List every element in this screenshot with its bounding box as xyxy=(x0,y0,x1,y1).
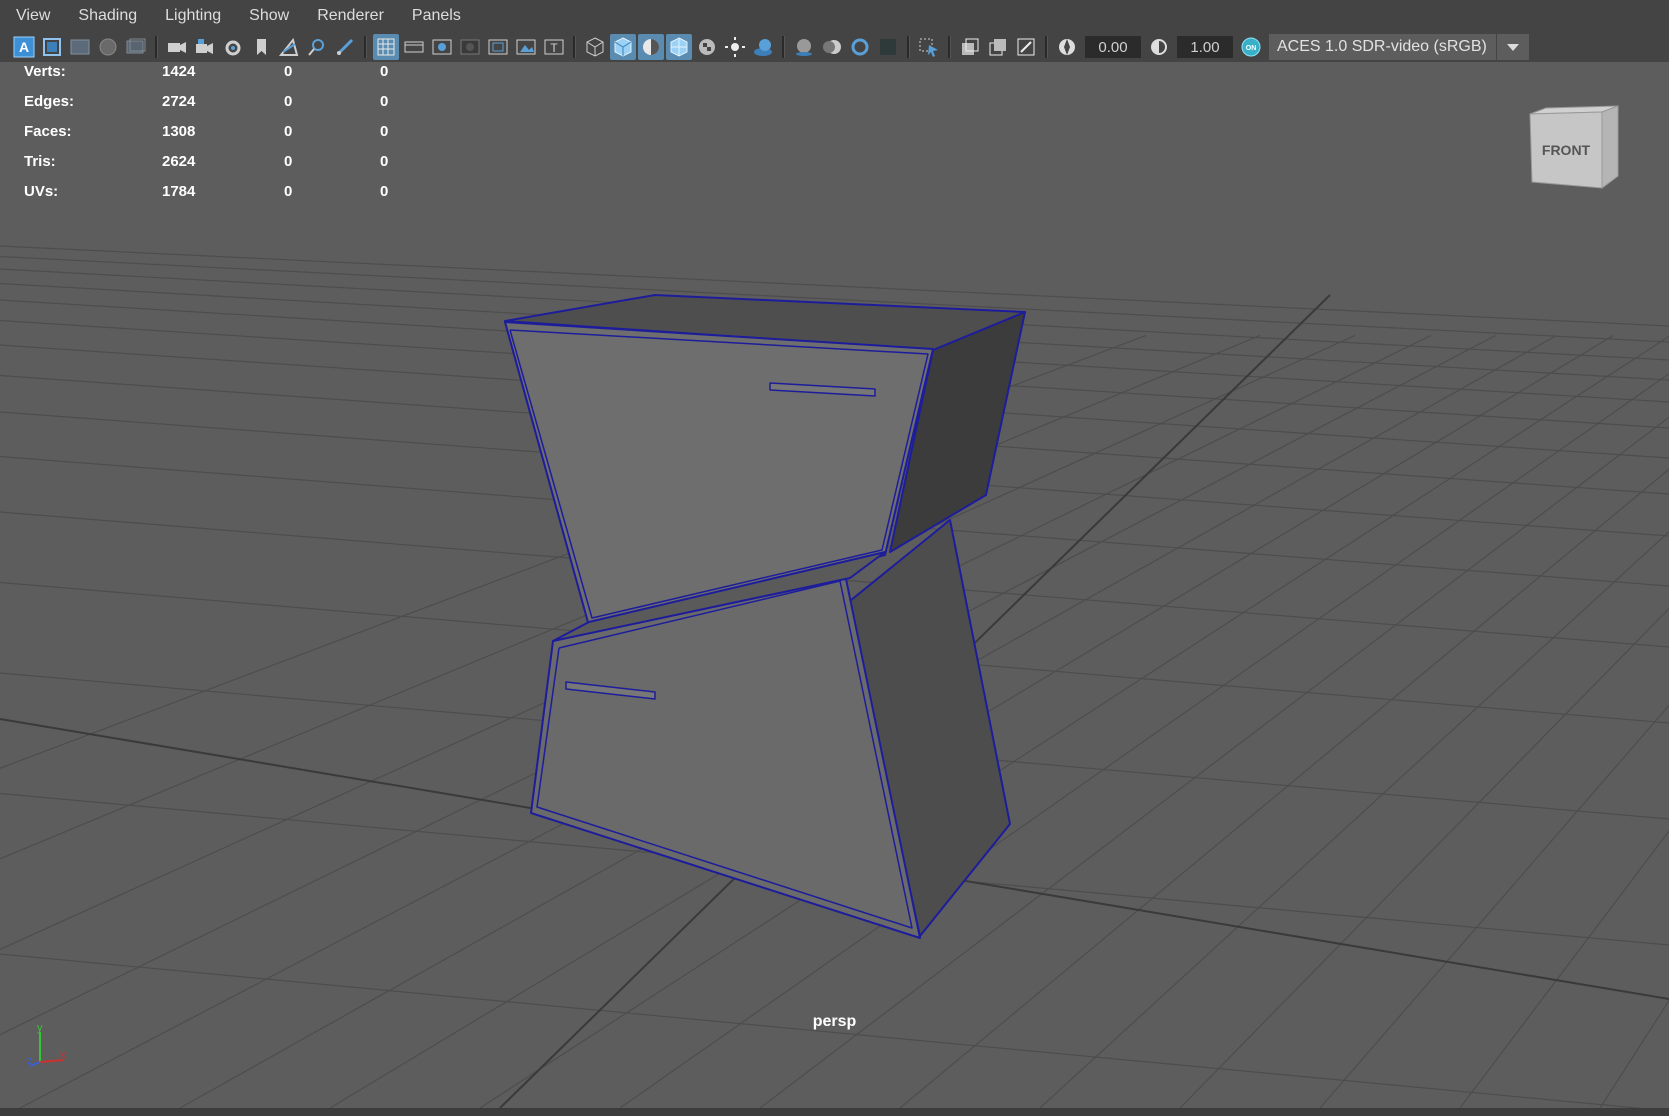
resolution-gate-icon[interactable] xyxy=(123,34,149,60)
color-space-dropdown[interactable]: ACES 1.0 SDR-video (sRGB) xyxy=(1269,34,1529,60)
viewport-bottom-border xyxy=(0,1108,1669,1116)
gamma-field[interactable]: 1.00 xyxy=(1177,36,1233,58)
wireframe-grid-icon[interactable] xyxy=(373,34,399,60)
grid-line xyxy=(0,953,1644,1108)
motion-blur-icon[interactable] xyxy=(819,34,845,60)
svg-text:A: A xyxy=(19,39,29,55)
hud-row-faces: Faces: 1308 0 0 xyxy=(24,122,404,152)
hud-value: 1424 xyxy=(162,63,196,80)
color-management-badge: ON xyxy=(1246,45,1257,52)
poly-count-hud: Verts: 1424 0 0 Edges: 2724 0 0 Faces: 1… xyxy=(24,62,404,212)
film-gate-icon[interactable] xyxy=(95,34,121,60)
panel-menu-bar: View Shading Lighting Show Renderer Pane… xyxy=(0,0,1669,32)
depth-of-field-icon[interactable] xyxy=(875,34,901,60)
default-material-icon[interactable] xyxy=(638,34,664,60)
view-cube-front-label: FRONT xyxy=(1542,142,1591,158)
grid-line xyxy=(899,468,1669,1108)
hud-row-edges: Edges: 2724 0 0 xyxy=(24,92,404,122)
svg-text:T: T xyxy=(550,41,558,55)
color-space-value: ACES 1.0 SDR-video (sRGB) xyxy=(1277,38,1487,55)
smooth-shading-icon[interactable] xyxy=(610,34,636,60)
image-view-icon[interactable] xyxy=(513,34,539,60)
grid-line xyxy=(1319,704,1669,1108)
toolbar-divider xyxy=(782,36,785,58)
hud-value: 0 xyxy=(284,93,293,110)
isolate-select-icon[interactable] xyxy=(916,34,942,60)
hud-value: 0 xyxy=(380,123,389,140)
panel-toolbar: A T 0.00 1.00 ON ACES 1.0 SDR-video (sRG… xyxy=(0,32,1669,62)
camera-name-label: persp xyxy=(812,1013,857,1030)
xray-icon[interactable] xyxy=(957,34,983,60)
menu-renderer[interactable]: Renderer xyxy=(301,7,396,25)
text-overlay-icon[interactable]: T xyxy=(541,34,567,60)
xray-joints-icon[interactable] xyxy=(1013,34,1039,60)
color-management-toggle[interactable]: ON xyxy=(1238,34,1264,60)
scene-render xyxy=(0,245,1669,1108)
lights-icon[interactable] xyxy=(722,34,748,60)
axis-z-label: z xyxy=(27,1055,33,1067)
paint-icon[interactable] xyxy=(332,34,358,60)
menu-show[interactable]: Show xyxy=(233,7,301,25)
film-gate-mask-icon[interactable] xyxy=(401,34,427,60)
hud-value: 0 xyxy=(380,183,389,200)
wireframe-on-shaded-icon[interactable] xyxy=(666,34,692,60)
hud-value: 0 xyxy=(284,153,293,170)
toolbar-divider xyxy=(907,36,910,58)
grease-pencil-icon[interactable] xyxy=(276,34,302,60)
exposure-icon[interactable] xyxy=(1054,34,1080,60)
hud-row-verts: Verts: 1424 0 0 xyxy=(24,62,404,92)
2d-pan-zoom-icon[interactable] xyxy=(304,34,330,60)
toolbar-divider xyxy=(948,36,951,58)
chevron-down-icon[interactable] xyxy=(1496,34,1529,60)
hud-label: Faces: xyxy=(24,123,72,140)
axis-x-label: x xyxy=(60,1049,66,1061)
hud-value: 0 xyxy=(284,63,293,80)
anti-aliasing-icon[interactable] xyxy=(847,34,873,60)
hud-row-uvs: UVs: 1784 0 0 xyxy=(24,182,404,212)
select-camera-icon[interactable]: A xyxy=(11,34,37,60)
safe-title-icon[interactable] xyxy=(485,34,511,60)
hud-label: UVs: xyxy=(24,183,59,200)
viewport-3d[interactable]: Verts: 1424 0 0 Edges: 2724 0 0 Faces: 1… xyxy=(0,62,1669,1108)
camera-settings-icon[interactable] xyxy=(220,34,246,60)
grid-line xyxy=(1179,607,1669,1108)
textured-icon[interactable] xyxy=(694,34,720,60)
field-chart-icon[interactable] xyxy=(429,34,455,60)
menu-view[interactable]: View xyxy=(0,7,62,25)
hud-value: 2624 xyxy=(162,153,196,170)
hud-value: 2724 xyxy=(162,93,196,110)
wireframe-shading-icon[interactable] xyxy=(582,34,608,60)
shadows-icon[interactable] xyxy=(750,34,776,60)
hud-value: 0 xyxy=(380,153,389,170)
image-plane-icon[interactable] xyxy=(39,34,65,60)
safe-action-icon[interactable] xyxy=(457,34,483,60)
upper-block-front xyxy=(504,321,934,627)
exposure-field[interactable]: 0.00 xyxy=(1085,36,1141,58)
ambient-occlusion-icon[interactable] xyxy=(791,34,817,60)
toolbar-divider xyxy=(155,36,158,58)
view-cube[interactable]: FRONT xyxy=(1526,104,1622,200)
toolbar-divider xyxy=(573,36,576,58)
toolbar-divider xyxy=(364,36,367,58)
hud-label: Tris: xyxy=(24,153,56,170)
hud-label: Verts: xyxy=(24,63,66,80)
menu-shading[interactable]: Shading xyxy=(62,7,149,25)
hud-row-tris: Tris: 2624 0 0 xyxy=(24,152,404,182)
camera-icon[interactable] xyxy=(164,34,190,60)
toolbar-divider xyxy=(1045,36,1048,58)
hud-value: 0 xyxy=(380,93,389,110)
camera-attributes-icon[interactable] xyxy=(192,34,218,60)
hud-value: 0 xyxy=(284,123,293,140)
menu-lighting[interactable]: Lighting xyxy=(149,7,233,25)
hud-value: 0 xyxy=(284,183,293,200)
bookmark-icon[interactable] xyxy=(248,34,274,60)
hud-value: 1784 xyxy=(162,183,196,200)
hud-label: Edges: xyxy=(24,93,75,110)
hud-value: 0 xyxy=(380,63,389,80)
menu-panels[interactable]: Panels xyxy=(396,7,473,25)
grid-toggle-icon[interactable] xyxy=(67,34,93,60)
hud-value: 1308 xyxy=(162,123,196,140)
xray-active-components-icon[interactable] xyxy=(985,34,1011,60)
gamma-icon[interactable] xyxy=(1146,34,1172,60)
